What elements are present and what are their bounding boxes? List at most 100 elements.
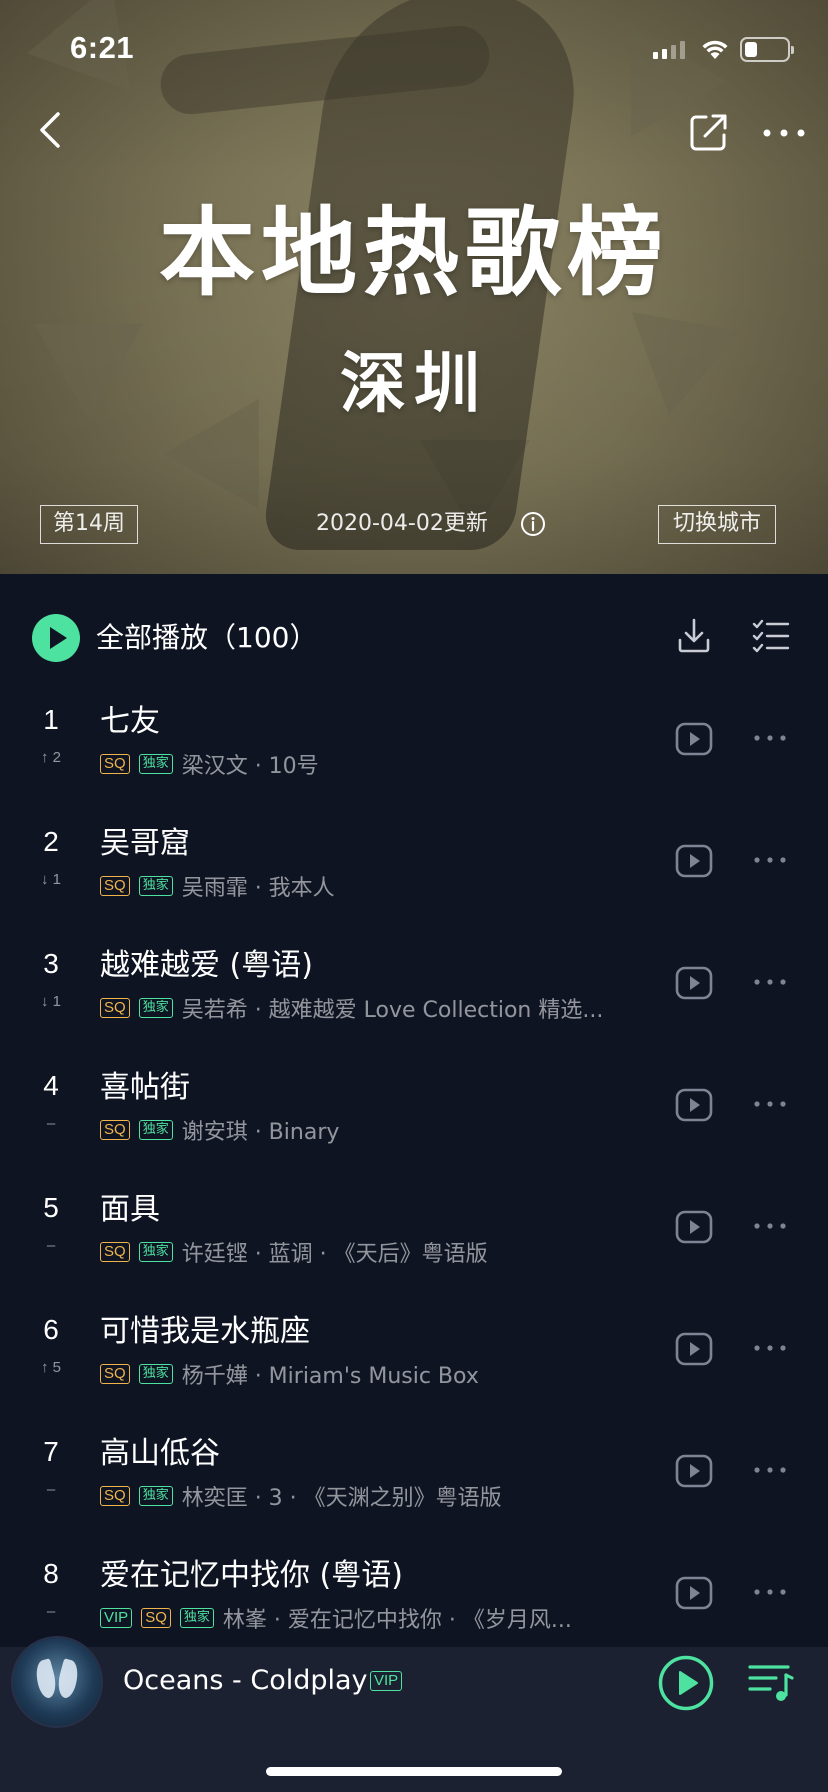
back-icon[interactable] xyxy=(30,108,74,152)
exclusive-badge: 独家 xyxy=(138,1486,173,1506)
mini-player[interactable]: Oceans - Coldplay VIP xyxy=(0,1638,828,1792)
more-icon[interactable] xyxy=(752,1098,788,1110)
rank-number: 8 xyxy=(43,1558,59,1589)
song-meta: SQ 独家 吴雨霏 · 我本人 xyxy=(100,871,660,901)
exclusive-badge: 独家 xyxy=(138,1120,173,1140)
song-meta: SQ 独家 梁汉文 · 10号 xyxy=(100,749,660,779)
song-title[interactable]: 面具 xyxy=(100,1190,160,1230)
rank-number: 4 xyxy=(43,1070,59,1101)
artist-album: 谢安琪 · Binary xyxy=(181,1120,340,1145)
song-title[interactable]: 爱在记忆中找你 (粤语) xyxy=(100,1556,403,1596)
download-icon[interactable] xyxy=(676,616,712,656)
song-row[interactable]: 2 ↓ 1 吴哥窟 SQ 独家 吴雨霏 · 我本人 xyxy=(0,824,828,946)
artist-album: 杨千嬅 · Miriam's Music Box xyxy=(181,1364,479,1389)
song-meta: SQ 独家 谢安琪 · Binary xyxy=(100,1115,660,1145)
play-circle-icon[interactable] xyxy=(32,614,80,662)
chart-city: 深圳 xyxy=(340,345,488,422)
info-icon[interactable] xyxy=(520,511,546,537)
mv-play-icon[interactable] xyxy=(675,1088,713,1122)
song-row[interactable]: 1 ↑ 2 七友 SQ 独家 梁汉文 · 10号 xyxy=(0,702,828,824)
multiselect-icon[interactable] xyxy=(752,618,790,654)
vip-badge: VIP xyxy=(100,1608,133,1628)
exclusive-badge: 独家 xyxy=(138,998,173,1018)
mv-play-icon[interactable] xyxy=(675,1454,713,1488)
song-title[interactable]: 可惜我是水瓶座 xyxy=(100,1312,310,1352)
song-row[interactable]: 3 ↓ 1 越难越爱 (粤语) SQ 独家 吴若希 · 越难越爱 Love Col… xyxy=(0,946,828,1068)
rank-change: – xyxy=(46,1237,56,1254)
rank-number: 7 xyxy=(43,1436,59,1467)
mv-play-icon[interactable] xyxy=(675,722,713,756)
rank-change: ↓ 1 xyxy=(40,871,61,888)
rank-number: 3 xyxy=(43,948,59,979)
song-title[interactable]: 越难越爱 (粤语) xyxy=(100,946,313,986)
play-icon[interactable] xyxy=(658,1655,714,1711)
song-row[interactable]: 7 – 高山低谷 SQ 独家 林奕匡 · 3 · 《天渊之别》粤语版 xyxy=(0,1434,828,1556)
song-row[interactable]: 6 ↑ 5 可惜我是水瓶座 SQ 独家 杨千嬅 · Miriam's Music … xyxy=(0,1312,828,1434)
rank-change: – xyxy=(46,1115,56,1132)
artist-album: 林峯 · 爱在记忆中找你 · 《岁月风... xyxy=(222,1608,572,1633)
vip-badge: VIP xyxy=(370,1671,403,1691)
rank-number: 1 xyxy=(43,704,59,735)
now-playing-title[interactable]: Oceans - Coldplay xyxy=(123,1661,368,1701)
share-icon[interactable] xyxy=(688,111,730,153)
battery-icon xyxy=(740,37,794,62)
more-icon[interactable] xyxy=(752,1586,788,1598)
sq-badge: SQ xyxy=(100,1120,130,1140)
song-title[interactable]: 喜帖街 xyxy=(100,1068,190,1108)
week-label: 第14周 xyxy=(40,505,138,544)
switch-city-button[interactable]: 切换城市 xyxy=(658,505,777,544)
rank-change: ↓ 1 xyxy=(40,993,61,1010)
more-icon[interactable] xyxy=(752,976,788,988)
playlist-icon[interactable] xyxy=(748,1663,794,1703)
rank-number: 5 xyxy=(43,1192,59,1223)
artist-album: 林奕匡 · 3 · 《天渊之别》粤语版 xyxy=(181,1486,502,1511)
album-art[interactable] xyxy=(13,1638,101,1726)
chart-header: 6:21 本地热歌榜 深圳 第14周 2020-04-02更新 切换城市 xyxy=(0,0,828,574)
more-icon[interactable] xyxy=(760,118,808,148)
sq-badge: SQ xyxy=(100,876,130,896)
rank-change: ↑ 5 xyxy=(40,1359,61,1376)
artist-album: 吴雨霏 · 我本人 xyxy=(181,876,335,901)
rank-number: 6 xyxy=(43,1314,59,1345)
exclusive-badge: 独家 xyxy=(138,876,173,896)
home-indicator[interactable] xyxy=(266,1767,562,1776)
song-title[interactable]: 吴哥窟 xyxy=(100,824,190,864)
play-all-button[interactable]: 全部播放（100） xyxy=(96,618,317,658)
song-row[interactable]: 4 – 喜帖街 SQ 独家 谢安琪 · Binary xyxy=(0,1068,828,1190)
song-meta: SQ 独家 吴若希 · 越难越爱 Love Collection 精选... xyxy=(100,993,660,1023)
mv-play-icon[interactable] xyxy=(675,1576,713,1610)
mv-play-icon[interactable] xyxy=(675,1210,713,1244)
mv-play-icon[interactable] xyxy=(675,844,713,878)
artist-album: 许廷铿 · 蓝调 · 《天后》粤语版 xyxy=(181,1242,488,1267)
exclusive-badge: 独家 xyxy=(138,1242,173,1262)
sq-badge: SQ xyxy=(100,1242,130,1262)
sq-badge: SQ xyxy=(100,1364,130,1384)
mv-play-icon[interactable] xyxy=(675,966,713,1000)
more-icon[interactable] xyxy=(752,1220,788,1232)
song-list: 1 ↑ 2 七友 SQ 独家 梁汉文 · 10号 2 ↓ 1 吴哥窟 SQ 独家 吴… xyxy=(0,702,828,1678)
more-icon[interactable] xyxy=(752,732,788,744)
play-all-bar: 全部播放（100） xyxy=(0,574,828,702)
rank-number: 2 xyxy=(43,826,59,857)
wifi-icon xyxy=(702,40,728,59)
sq-badge: SQ xyxy=(100,754,130,774)
exclusive-badge: 独家 xyxy=(138,1364,173,1384)
song-meta: SQ 独家 杨千嬅 · Miriam's Music Box xyxy=(100,1359,660,1389)
song-meta: SQ 独家 许廷铿 · 蓝调 · 《天后》粤语版 xyxy=(100,1237,660,1267)
status-time: 6:21 xyxy=(70,30,135,65)
song-title[interactable]: 七友 xyxy=(100,702,160,742)
more-icon[interactable] xyxy=(752,1342,788,1354)
sq-badge: SQ xyxy=(141,1608,171,1628)
rank-change: – xyxy=(46,1481,56,1498)
sq-badge: SQ xyxy=(100,998,130,1018)
exclusive-badge: 独家 xyxy=(138,754,173,774)
mv-play-icon[interactable] xyxy=(675,1332,713,1366)
exclusive-badge: 独家 xyxy=(179,1608,214,1628)
more-icon[interactable] xyxy=(752,1464,788,1476)
song-meta: VIP SQ 独家 林峯 · 爱在记忆中找你 · 《岁月风... xyxy=(100,1603,660,1633)
artist-album: 吴若希 · 越难越爱 Love Collection 精选... xyxy=(181,998,604,1023)
more-icon[interactable] xyxy=(752,854,788,866)
song-row[interactable]: 5 – 面具 SQ 独家 许廷铿 · 蓝调 · 《天后》粤语版 xyxy=(0,1190,828,1312)
song-title[interactable]: 高山低谷 xyxy=(100,1434,220,1474)
cellular-signal-icon xyxy=(653,41,685,59)
